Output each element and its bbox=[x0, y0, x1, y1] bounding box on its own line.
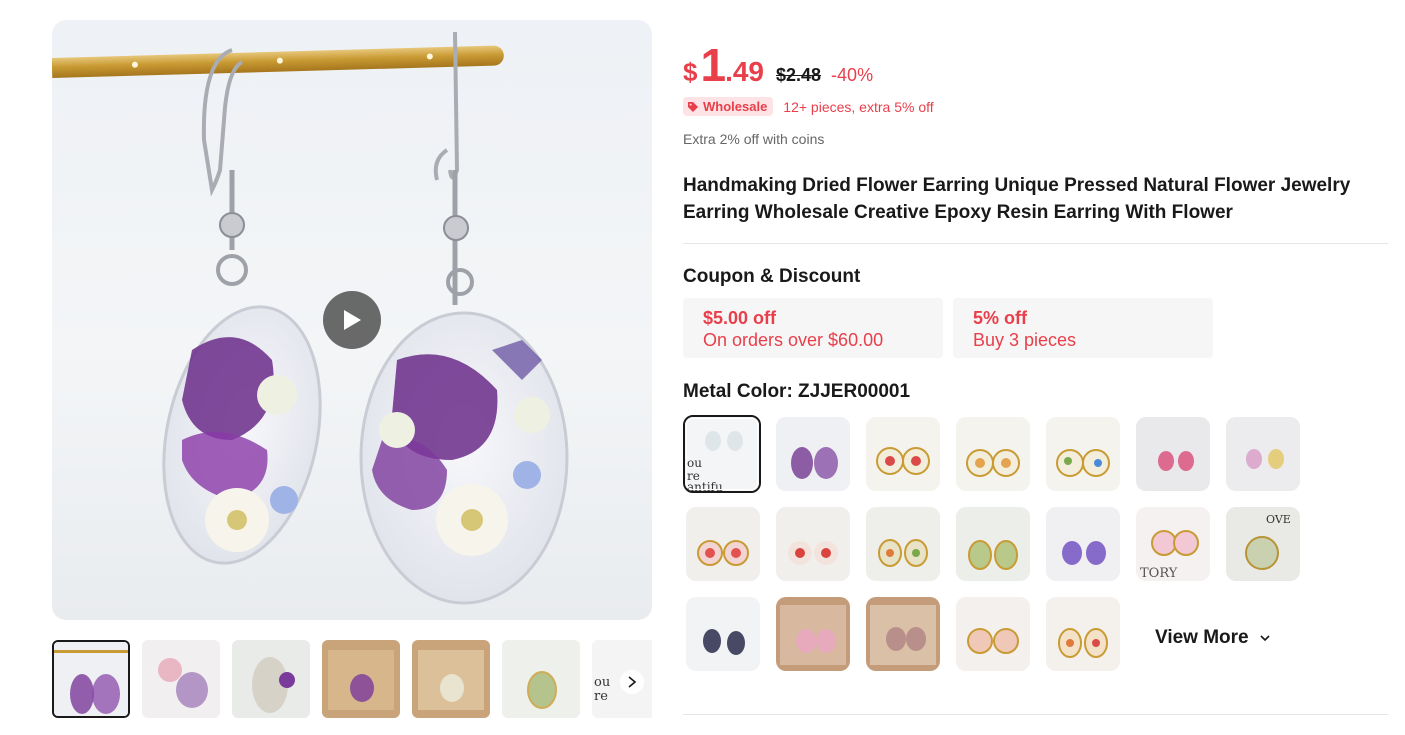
view-more-label: View More bbox=[1155, 627, 1249, 648]
color-swatch-16[interactable] bbox=[776, 597, 850, 671]
thumbnail-1[interactable] bbox=[52, 640, 130, 718]
svg-text:re: re bbox=[594, 689, 608, 704]
main-product-image[interactable] bbox=[52, 20, 652, 620]
thumbnail-next-button[interactable] bbox=[620, 670, 644, 694]
svg-text:ou: ou bbox=[594, 675, 610, 690]
thumbnail-strip: ou re bbox=[52, 640, 652, 720]
view-more-button[interactable]: View More bbox=[1155, 627, 1271, 649]
product-title: Handmaking Dried Flower Earring Unique P… bbox=[683, 175, 1351, 223]
discount-percent: -40% bbox=[831, 65, 874, 85]
color-swatch-2[interactable] bbox=[776, 417, 850, 491]
color-swatch-13[interactable]: TORY bbox=[1136, 507, 1210, 581]
tag-icon bbox=[688, 101, 698, 112]
coupon-condition: Buy 3 pieces bbox=[973, 330, 1077, 350]
color-swatch-18[interactable] bbox=[956, 597, 1030, 671]
coupon-card-2[interactable]: 5% off Buy 3 pieces bbox=[953, 298, 1213, 358]
color-swatch-5[interactable] bbox=[1046, 417, 1120, 491]
coins-text: Extra 2% off with coins bbox=[683, 131, 825, 147]
svg-text:TORY: TORY bbox=[1140, 566, 1178, 581]
play-icon bbox=[344, 310, 361, 330]
divider bbox=[683, 714, 1388, 715]
thumbnail-3[interactable] bbox=[232, 640, 310, 718]
coupon-amount: $5.00 off bbox=[703, 308, 777, 328]
coupon-heading: Coupon & Discount bbox=[683, 266, 861, 287]
price-row: $ 1 .49 $2.48 -40% bbox=[683, 42, 873, 88]
svg-text:antifu: antifu bbox=[687, 480, 723, 491]
color-swatch-15[interactable] bbox=[686, 597, 760, 671]
color-swatch-8[interactable] bbox=[686, 507, 760, 581]
thumbnail-4[interactable] bbox=[322, 640, 400, 718]
color-swatch-14[interactable]: OVE bbox=[1226, 507, 1300, 581]
chevron-right-icon bbox=[628, 676, 637, 688]
chevron-down-icon bbox=[1260, 635, 1270, 642]
color-swatch-9[interactable] bbox=[776, 507, 850, 581]
color-swatch-17[interactable] bbox=[866, 597, 940, 671]
wholesale-row: Wholesale 12+ pieces, extra 5% off bbox=[683, 97, 934, 116]
coupon-condition: On orders over $60.00 bbox=[703, 330, 884, 350]
price-currency: $ bbox=[683, 57, 698, 87]
wholesale-badge: Wholesale bbox=[683, 97, 774, 116]
price-integer: 1 bbox=[700, 39, 726, 91]
color-swatch-11[interactable] bbox=[956, 507, 1030, 581]
color-swatch-12[interactable] bbox=[1046, 507, 1120, 581]
coupon-card-1[interactable]: $5.00 off On orders over $60.00 bbox=[683, 298, 943, 358]
original-price: $2.48 bbox=[776, 65, 822, 85]
svg-text:ou: ou bbox=[687, 456, 702, 470]
color-swatch-19[interactable] bbox=[1046, 597, 1120, 671]
play-video-button[interactable] bbox=[323, 291, 381, 349]
price-decimal: .49 bbox=[725, 56, 764, 87]
color-swatch-3[interactable] bbox=[866, 417, 940, 491]
wholesale-text: 12+ pieces, extra 5% off bbox=[783, 98, 934, 115]
color-swatch-7[interactable] bbox=[1226, 417, 1300, 491]
metal-color-heading: Metal Color: ZJJER00001 bbox=[683, 381, 911, 402]
thumbnail-5[interactable] bbox=[412, 640, 490, 718]
wholesale-badge-label: Wholesale bbox=[703, 99, 768, 114]
svg-text:OVE: OVE bbox=[1266, 513, 1291, 526]
thumbnail-6[interactable] bbox=[502, 640, 580, 718]
divider bbox=[683, 243, 1388, 244]
color-swatch-10[interactable] bbox=[866, 507, 940, 581]
color-swatch-4[interactable] bbox=[956, 417, 1030, 491]
thumbnail-2[interactable] bbox=[142, 640, 220, 718]
color-swatch-6[interactable] bbox=[1136, 417, 1210, 491]
color-swatch-1[interactable]: ou re antifu bbox=[683, 415, 761, 493]
coupon-amount: 5% off bbox=[973, 308, 1027, 328]
